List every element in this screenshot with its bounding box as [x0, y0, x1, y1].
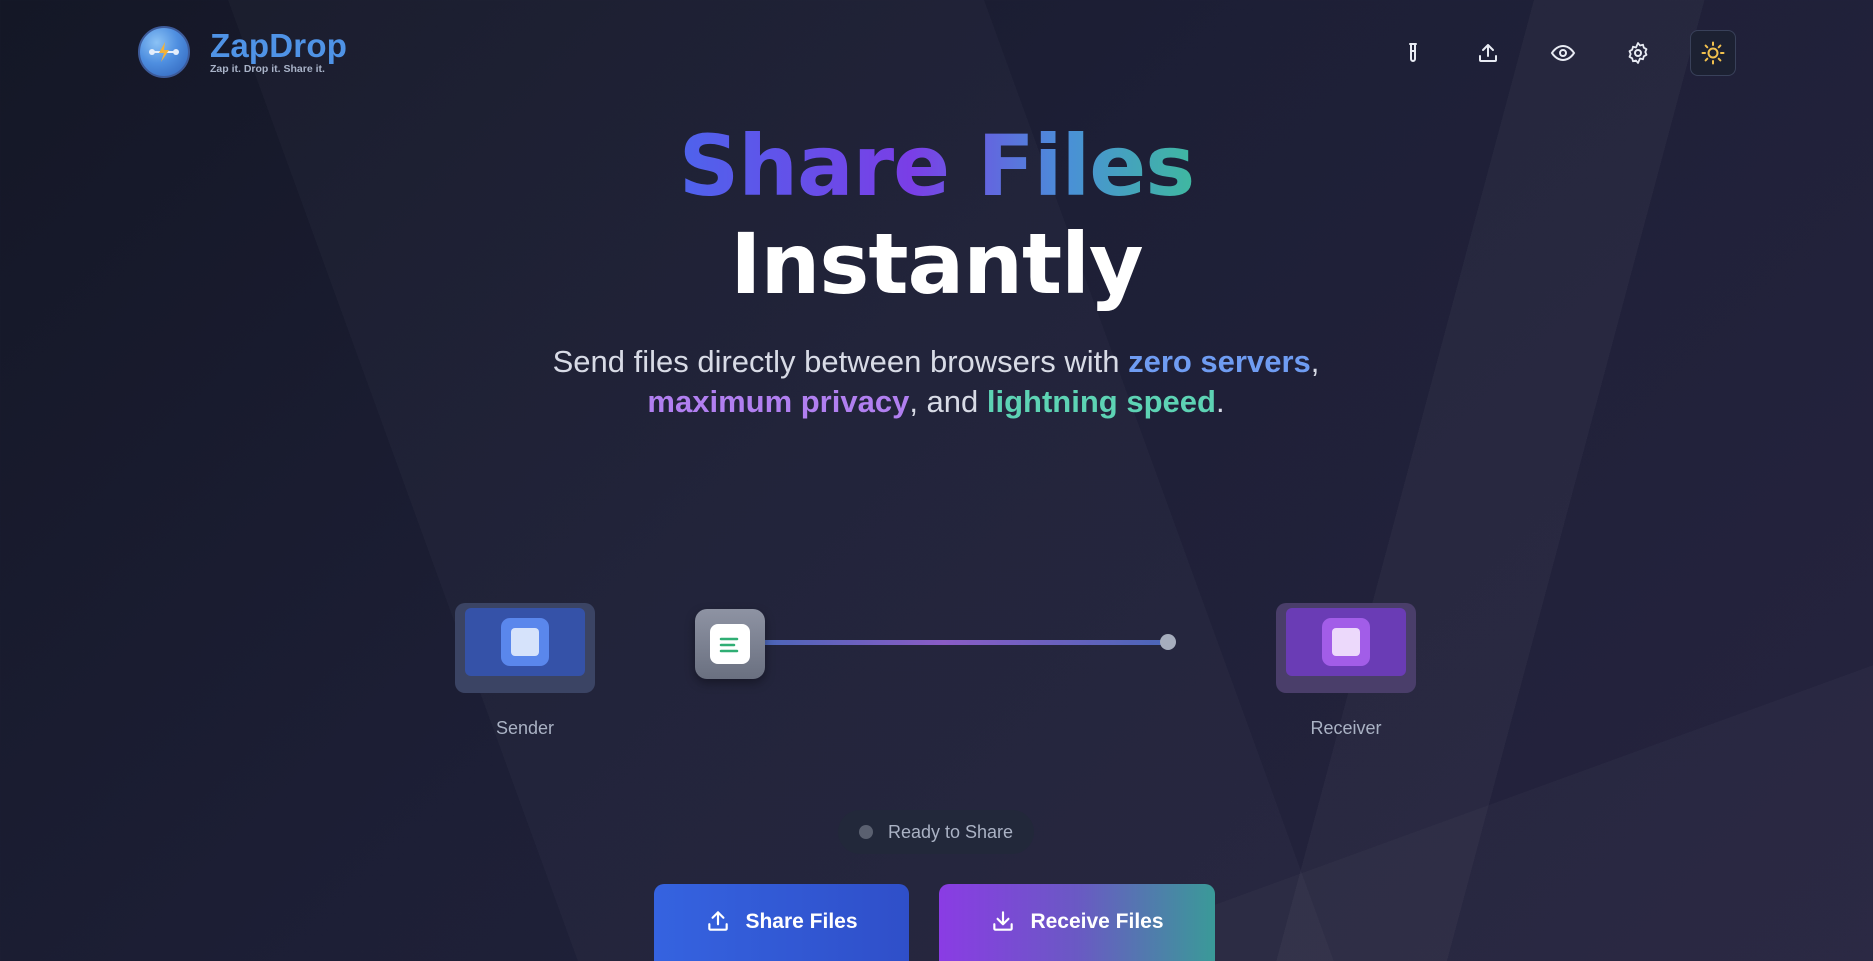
download-icon: [993, 911, 1014, 931]
sender-label: Sender: [495, 718, 555, 738]
sender-screen: [465, 608, 585, 676]
sun-icon: [1701, 41, 1725, 65]
header: ZapDrop Zap it. Drop it. Share it.: [138, 26, 1736, 80]
receiver-screen: [1286, 608, 1406, 676]
receiver-label: Receiver: [1310, 718, 1382, 738]
hero-title: Instantly: [730, 215, 1143, 313]
status-text: Ready to Share: [887, 821, 1014, 842]
test-tube-icon: [1409, 43, 1417, 62]
share-files-label: Share Files: [745, 910, 858, 933]
receiver-chip-icon: [1322, 618, 1370, 666]
preview-button[interactable]: [1540, 30, 1586, 76]
upload-icon: [1479, 44, 1497, 62]
highlight-lightning-speed: lightning speed: [986, 384, 1216, 419]
status-dot-icon: [858, 825, 873, 839]
sender-chip-icon: [501, 618, 549, 666]
receiver-device: [1276, 603, 1416, 693]
upload-icon: [708, 911, 729, 931]
highlight-maximum-privacy: maximum privacy: [647, 384, 910, 419]
settings-button[interactable]: [1615, 30, 1661, 76]
gear-icon: [1628, 42, 1648, 64]
file-packet: [695, 609, 765, 679]
nav-bar: [1361, 30, 1736, 76]
receive-files-button[interactable]: Receive Files: [939, 884, 1215, 961]
highlight-zero-servers: zero servers: [1128, 344, 1311, 379]
theme-toggle-button[interactable]: [1690, 30, 1736, 76]
hero-title-gradient: Share Files: [678, 117, 1196, 215]
sender-device: [455, 603, 595, 693]
track-endpoint: [1160, 634, 1176, 650]
receive-files-label: Receive Files: [1030, 910, 1164, 933]
app-name: ZapDrop: [210, 26, 348, 64]
logo-icon: [138, 26, 190, 78]
transfer-track: [760, 640, 1168, 645]
status-badge: Ready to Share: [838, 810, 1034, 854]
eye-icon: [1550, 44, 1576, 62]
upload-button[interactable]: [1465, 30, 1511, 76]
test-tube-button[interactable]: [1390, 30, 1436, 76]
logo[interactable]: ZapDrop Zap it. Drop it. Share it.: [138, 26, 347, 78]
document-icon: [710, 624, 750, 664]
hero-subtitle: Send files directly between browsers wit…: [552, 344, 1320, 419]
share-files-button[interactable]: Share Files: [654, 884, 909, 961]
app-tagline: Zap it. Drop it. Share it.: [210, 62, 325, 75]
